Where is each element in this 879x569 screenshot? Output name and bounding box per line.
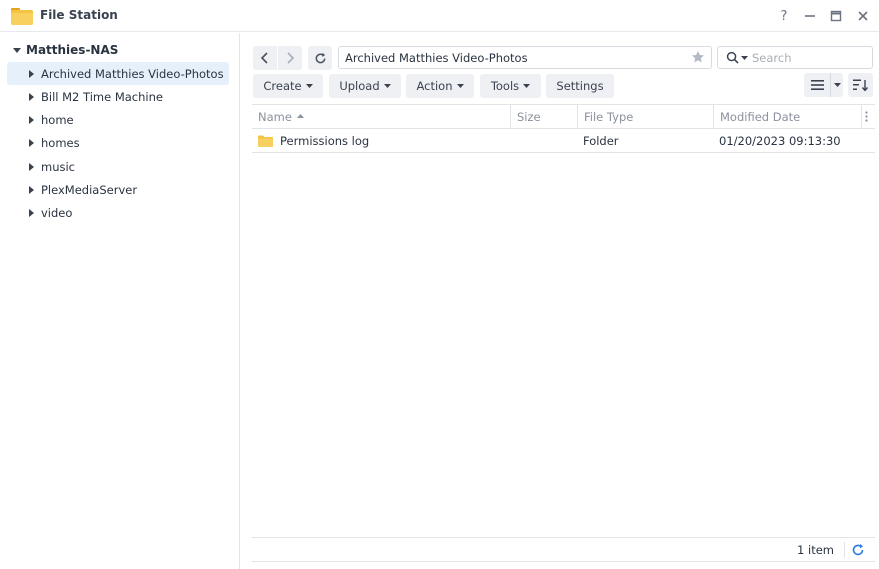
create-label: Create	[263, 79, 302, 93]
sort-ascending-icon	[296, 114, 304, 118]
sidebar-item-label: music	[41, 159, 76, 174]
column-header-file-type[interactable]: File Type	[578, 105, 714, 128]
create-button[interactable]: Create	[253, 74, 323, 98]
caret-right-icon[interactable]	[27, 208, 35, 217]
column-header-size[interactable]: Size	[511, 105, 578, 128]
sort-icon	[853, 79, 868, 91]
tree-root-nas[interactable]: Matthies-NAS	[12, 41, 118, 59]
tools-button[interactable]: Tools	[480, 74, 541, 98]
sidebar: Matthies-NAS Archived Matthies Video-Pho…	[0, 33, 240, 569]
refresh-icon[interactable]	[851, 543, 865, 557]
sidebar-item-video[interactable]: video	[7, 201, 229, 224]
list-view-icon	[810, 80, 824, 90]
sidebar-item-label: PlexMediaServer	[41, 182, 138, 197]
sidebar-item-label: Bill M2 Time Machine	[41, 89, 163, 104]
footer-divider	[844, 542, 845, 558]
caret-right-icon[interactable]	[27, 185, 35, 194]
caret-right-icon[interactable]	[27, 138, 35, 147]
modified-date: 01/20/2023 09:13:30	[719, 133, 841, 148]
caret-right-icon[interactable]	[27, 162, 35, 171]
caret-right-icon[interactable]	[27, 69, 35, 78]
sidebar-item-bill-m2[interactable]: Bill M2 Time Machine	[7, 85, 229, 108]
path-text: Archived Matthies Video-Photos	[345, 50, 528, 65]
file-station-icon	[11, 8, 33, 25]
sidebar-item-home[interactable]: home	[7, 108, 229, 131]
caret-right-icon[interactable]	[27, 92, 35, 101]
caret-right-icon[interactable]	[27, 115, 35, 124]
caret-down-icon	[456, 84, 464, 88]
column-header-name[interactable]: Name	[252, 105, 511, 128]
caret-down-icon	[305, 84, 313, 88]
minimize-icon[interactable]	[800, 6, 820, 26]
upload-button[interactable]: Upload	[329, 74, 401, 98]
settings-button[interactable]: Settings	[546, 74, 614, 98]
settings-label: Settings	[556, 79, 604, 93]
tree-root-label: Matthies-NAS	[26, 43, 119, 57]
chevron-right-icon	[287, 52, 295, 64]
star-icon[interactable]	[691, 50, 705, 64]
tools-label: Tools	[490, 79, 520, 93]
sidebar-item-label: Archived Matthies Video-Photos	[41, 66, 224, 81]
close-icon[interactable]	[853, 6, 873, 26]
sidebar-item-plexmediaserver[interactable]: PlexMediaServer	[7, 178, 229, 201]
caret-down-icon[interactable]	[12, 45, 22, 55]
table-header: Name Size File Type Modified Date	[252, 104, 875, 129]
more-vertical-icon	[865, 111, 868, 122]
table-row[interactable]: Permissions log Folder 01/20/2023 09:13:…	[252, 129, 875, 153]
back-button[interactable]	[253, 46, 277, 70]
action-label: Action	[416, 79, 453, 93]
sidebar-item-label: video	[41, 205, 73, 220]
sidebar-item-archived[interactable]: Archived Matthies Video-Photos	[7, 62, 229, 85]
path-bar[interactable]: Archived Matthies Video-Photos	[338, 46, 712, 69]
window-title: File Station	[40, 8, 118, 22]
sidebar-item-label: home	[41, 112, 74, 127]
file-name: Permissions log	[280, 133, 370, 148]
help-icon[interactable]: ?	[774, 6, 794, 26]
caret-down-icon[interactable]	[741, 55, 748, 60]
search-icon[interactable]	[726, 51, 739, 64]
forward-button[interactable]	[278, 46, 302, 70]
caret-down-icon	[833, 83, 841, 87]
action-button[interactable]: Action	[406, 74, 474, 98]
title-bar: File Station ?	[0, 0, 879, 32]
refresh-icon	[315, 52, 325, 63]
search-box[interactable]	[717, 46, 873, 69]
upload-label: Upload	[339, 79, 380, 93]
caret-down-icon	[383, 84, 391, 88]
refresh-button[interactable]	[308, 46, 332, 70]
file-type: Folder	[583, 133, 619, 148]
view-mode-button[interactable]	[804, 73, 830, 97]
view-mode-dropdown[interactable]	[830, 73, 843, 97]
status-bar: 1 item	[252, 537, 875, 562]
sidebar-item-homes[interactable]: homes	[7, 131, 229, 154]
sidebar-item-label: homes	[41, 135, 80, 150]
column-header-modified-date[interactable]: Modified Date	[714, 105, 862, 128]
sidebar-item-music[interactable]: music	[7, 155, 229, 178]
row-name-cell: Permissions log	[258, 129, 369, 152]
caret-down-icon	[523, 84, 531, 88]
chevron-left-icon	[260, 52, 268, 64]
item-count: 1 item	[797, 543, 834, 557]
folder-icon	[258, 135, 273, 147]
maximize-icon[interactable]	[826, 6, 846, 26]
column-menu-button[interactable]	[862, 105, 875, 128]
sort-button[interactable]	[848, 73, 873, 97]
search-input[interactable]	[752, 50, 862, 65]
